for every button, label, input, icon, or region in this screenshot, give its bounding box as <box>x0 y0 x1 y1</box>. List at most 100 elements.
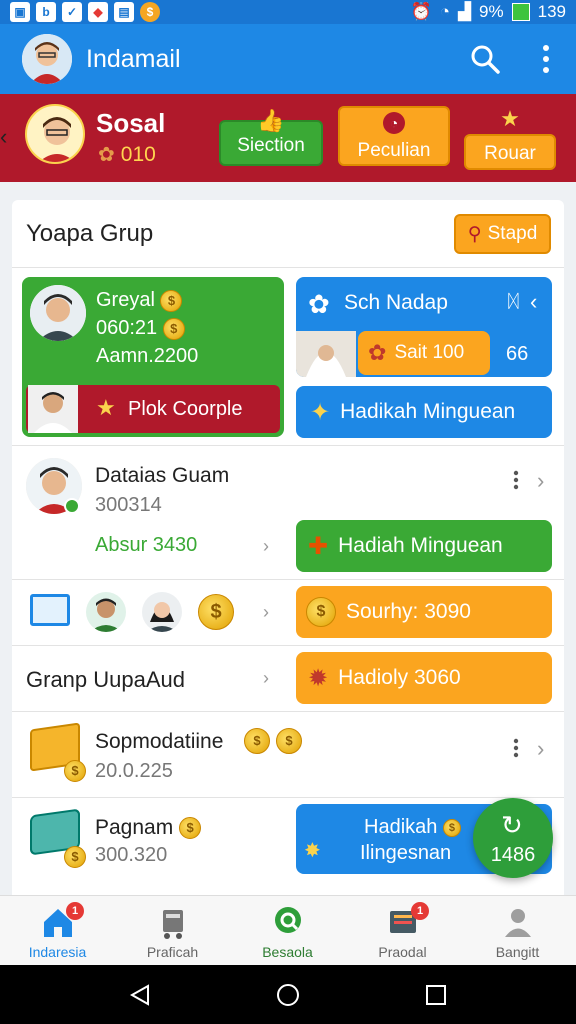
divider <box>12 645 564 646</box>
coin-icon: $ <box>64 760 86 782</box>
back-icon[interactable] <box>128 983 152 1007</box>
hadioly-button[interactable]: ✹ Hadioly 3060 <box>296 652 552 704</box>
app-title: Indamail <box>86 45 181 73</box>
row-subtitle: 20.0.225 <box>95 760 173 782</box>
fab-button[interactable]: ↻ 1486 <box>473 798 553 878</box>
chevron-left-icon[interactable]: ‹ <box>0 124 7 150</box>
chevron-right-icon[interactable]: › <box>537 468 544 494</box>
coin-icon: $ <box>179 817 202 840</box>
nav-badge: 1 <box>411 902 429 920</box>
player-avatar <box>28 385 78 433</box>
key-icon: ⚲ <box>467 223 482 245</box>
ilingesnan-label: Ilingesnan <box>360 842 452 864</box>
search-location-icon <box>274 907 301 933</box>
nav-label: Praodal <box>378 944 427 960</box>
notification-icon: ◆ <box>88 2 108 22</box>
row-title: Dataias Guam <box>95 464 230 487</box>
profile-avatar[interactable] <box>22 34 72 84</box>
row-title: Pagnam $ <box>95 816 202 840</box>
friend-avatar <box>142 592 182 632</box>
rouar-button[interactable]: ★ Rouar <box>464 106 556 170</box>
hadiah-minguean-button[interactable]: ✚ Hadiah Minguean <box>296 520 552 572</box>
nav-item-besaola[interactable]: Besaola <box>230 896 345 966</box>
hadikah-minguean-button[interactable]: ✦ Hadikah Minguean <box>296 386 552 438</box>
hadiah-label: Hadiah Minguean <box>338 534 503 557</box>
more-vert-icon[interactable] <box>513 470 519 490</box>
more-vert-icon[interactable] <box>513 738 519 758</box>
nav-item-bangitt[interactable]: Bangitt <box>460 896 575 966</box>
more-vert-icon[interactable] <box>536 42 556 76</box>
siection-button[interactable]: 👍 Siection <box>219 108 323 166</box>
gift-icon: ✦ <box>310 398 331 426</box>
notification-icon: ▤ <box>114 2 134 22</box>
nav-item-indaresia[interactable]: 1 Indaresia <box>0 896 115 966</box>
divider <box>12 579 564 580</box>
nav-badge: 1 <box>66 902 84 920</box>
bomb-icon: ✹ <box>308 664 329 692</box>
thumbs-up-icon: 👍 <box>257 108 285 133</box>
siection-label: Siection <box>237 135 305 156</box>
chevron-left-icon[interactable]: ‹ <box>530 289 537 315</box>
clock-icon: ◔ <box>383 112 405 134</box>
sch-nadap-title: Sch Nadap <box>344 291 448 314</box>
sourhy-button[interactable]: $ Sourhy: 3090 <box>296 586 552 638</box>
chevron-right-icon[interactable]: › <box>263 602 269 623</box>
divider <box>12 445 564 446</box>
wifi-icon: ◔ <box>439 2 450 21</box>
hadikah-label: Hadikah Minguean <box>340 400 516 423</box>
points-value: 010 <box>120 142 156 166</box>
count-value: 66 <box>506 343 529 365</box>
row-subtitle: 300314 <box>95 494 162 516</box>
certificate-icon <box>30 594 70 626</box>
signal-icon: ▟ <box>457 2 472 21</box>
coin-icon: $ <box>244 728 270 754</box>
peculian-button[interactable]: ◔ Peculian <box>338 106 450 166</box>
recents-icon[interactable] <box>424 983 448 1007</box>
sparkle-icon: ✸ <box>304 840 321 862</box>
status-extra: 139 <box>537 2 566 21</box>
player-time: 060:21 $ <box>96 317 185 340</box>
coin-icon: $ <box>140 2 160 22</box>
chevron-right-icon[interactable]: › <box>537 736 544 762</box>
coin-icon: $ <box>64 846 86 868</box>
nav-label: Bangitt <box>495 944 540 960</box>
plok-coorple-button[interactable]: ★ Plok Coorple <box>26 385 280 433</box>
nav-label: Indaresia <box>28 944 87 960</box>
bottom-nav: 1 Indaresia Praficah Besaola 1 Praodal B… <box>0 895 576 965</box>
gift-icon: ✚ <box>308 532 329 560</box>
notification-icon: ▣ <box>10 2 30 22</box>
user-avatar <box>25 104 85 164</box>
sait-label: Sait 100 <box>394 342 465 363</box>
divider <box>12 711 564 712</box>
coin-icon: $ <box>198 594 234 630</box>
sch-nadap-card[interactable]: ✿ Sch Nadap ᛞ ‹ ✿ Sait 100 66 <box>296 277 552 377</box>
friend-avatar <box>86 592 126 632</box>
user-points: ✿ 010 <box>98 142 156 167</box>
sait-100-button[interactable]: ✿ Sait 100 <box>358 331 490 375</box>
flower-icon: ✿ <box>368 340 387 365</box>
home-circle-icon[interactable] <box>276 983 300 1007</box>
coin-icon: $ <box>160 289 183 312</box>
player-name: Greyal $ <box>96 289 183 312</box>
coin-icon: $ <box>442 818 461 837</box>
user-banner: ‹ Sosal ✿ 010 👍 Siection ◔ Peculian ★ Ro… <box>0 94 576 182</box>
stapd-button[interactable]: ⚲ Stapd <box>454 214 551 254</box>
coin-icon: $ <box>306 597 336 627</box>
share-icon[interactable]: ᛞ <box>508 291 519 312</box>
coin-icon: $ <box>276 728 302 754</box>
person-icon <box>504 909 531 937</box>
plok-coorple-label: Plok Coorple <box>128 398 243 420</box>
row-extra: Absur 3430 <box>95 534 198 556</box>
nav-item-praodal[interactable]: 1 Praodal <box>345 896 460 966</box>
sourhy-label: Sourhy: 3090 <box>346 600 471 623</box>
chevron-right-icon[interactable]: › <box>263 536 269 557</box>
player-amount: Aamn.2200 <box>96 345 199 367</box>
player-card[interactable]: Greyal $ 060:21 $ Aamn.2200 ★ Plok Coorp… <box>22 277 284 437</box>
divider <box>12 267 564 268</box>
refresh-icon: ↻ <box>501 810 523 840</box>
system-nav-bar <box>0 965 576 1024</box>
star-icon: ★ <box>96 395 116 420</box>
nav-item-praficah[interactable]: Praficah <box>115 896 230 966</box>
chevron-right-icon[interactable]: › <box>263 668 269 689</box>
search-icon[interactable] <box>470 44 500 74</box>
